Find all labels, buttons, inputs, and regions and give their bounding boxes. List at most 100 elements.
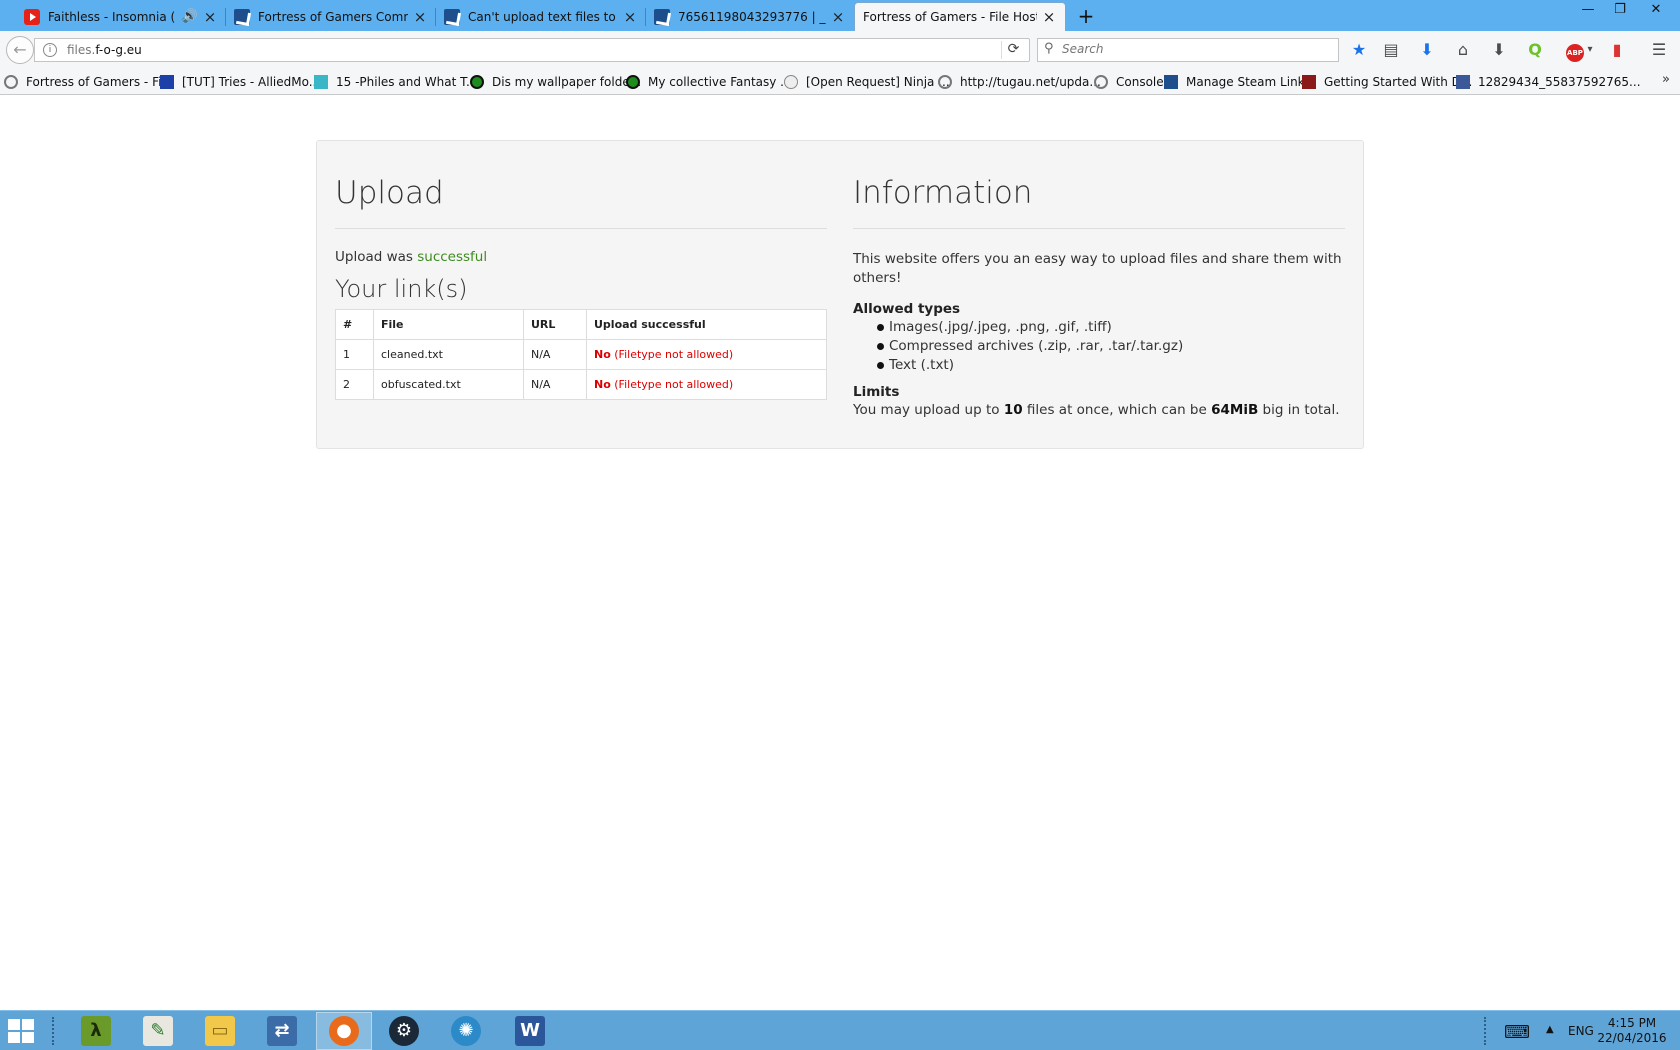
search-input[interactable]	[1062, 42, 1322, 56]
show-hidden-icons[interactable]: ▲	[1546, 1024, 1554, 1050]
start-button[interactable]	[8, 1019, 36, 1045]
column-header: File	[373, 309, 524, 340]
list-item: Images(.jpg/.jpeg, .png, .gif, .tiff)	[853, 318, 1345, 337]
content-panel: Upload Upload was successful Your link(s…	[316, 140, 1364, 449]
taskbar-app-firefox[interactable]: ●	[316, 1012, 372, 1050]
new-tab-button[interactable]: +	[1074, 4, 1098, 28]
table-row: 2 obfuscated.txt N/A No (Filetype not al…	[335, 369, 827, 400]
upload-column: Upload Upload was successful Your link(s…	[335, 141, 827, 400]
bookmark-item[interactable]: Dis my wallpaper folde...	[470, 74, 641, 90]
close-tab-icon[interactable]: ×	[830, 9, 846, 25]
minimize-button[interactable]: —	[1572, 0, 1604, 22]
globe-icon	[938, 75, 952, 89]
menu-icon[interactable]: ☰	[1648, 39, 1670, 61]
bookmarks-toolbar: Fortress of Gamers - Fi... [TUT] Tries -…	[0, 69, 1680, 95]
row-number: 2	[335, 369, 374, 400]
taskbar: λ ✎ ▭ ⇄ ● ⚙ ✺ W ⌨ ▲ ENG 4:15 PM 22/04/20…	[0, 1010, 1680, 1050]
limits-title: Limits	[853, 384, 900, 400]
lambda-icon: λ	[81, 1016, 111, 1046]
url-text[interactable]: files.f-o-g.eu	[67, 43, 142, 57]
column-header: #	[335, 309, 374, 340]
aperture-icon: ✺	[451, 1016, 481, 1046]
information-intro: This website offers you an easy way to u…	[853, 251, 1342, 286]
back-button[interactable]: ←	[6, 36, 34, 64]
upload-result: No (Filetype not allowed)	[586, 339, 827, 370]
bookmark-item[interactable]: Manage Steam Link	[1164, 74, 1305, 90]
facebook-icon	[1456, 75, 1470, 89]
bookmark-item[interactable]: Fortress of Gamers - Fi...	[4, 74, 173, 90]
extension-q-icon[interactable]: Q	[1524, 39, 1546, 61]
clock[interactable]: 4:15 PM 22/04/2016	[1596, 1016, 1668, 1046]
taskbar-app-steam[interactable]: ⚙	[376, 1012, 432, 1050]
information-title: Information	[853, 175, 1345, 229]
address-bar[interactable]: i files.f-o-g.eu ⟳	[34, 38, 1030, 62]
green-circle-icon	[626, 75, 640, 89]
reload-icon[interactable]: ⟳	[1001, 41, 1025, 59]
bookmark-item[interactable]: [Open Request] Ninja ...	[784, 74, 950, 90]
links-table: # File URL Upload successful 1 cleaned.t…	[335, 309, 827, 400]
bookmark-item[interactable]: 15 -Philes and What T...	[314, 74, 477, 90]
search-bar[interactable]: ⚲	[1037, 38, 1339, 62]
speaker-icon[interactable]: 🔊	[182, 9, 198, 24]
bookmark-item[interactable]: 12829434_55837592765...	[1456, 74, 1641, 90]
tab-title: Can't upload text files to t...	[468, 9, 618, 24]
restore-button[interactable]: ❐	[1604, 0, 1636, 22]
tab-title: Faithless - Insomnia (...	[48, 9, 176, 24]
column-header: Upload successful	[586, 309, 827, 340]
table-row: 1 cleaned.txt N/A No (Filetype not allow…	[335, 339, 827, 370]
reading-list-icon[interactable]: ▤	[1380, 39, 1402, 61]
taskbar-app-network[interactable]: ⇄	[254, 1012, 310, 1050]
close-tab-icon[interactable]: ×	[202, 9, 218, 25]
tab-title: Fortress of Gamers Comm...	[258, 9, 408, 24]
close-window-button[interactable]: ✕	[1640, 0, 1672, 22]
navigation-bar: ← i files.f-o-g.eu ⟳ ⚲ ★ ▤ ⬇ ⌂ ⬇ Q ABP ▾…	[0, 31, 1680, 69]
file-name: cleaned.txt	[373, 339, 524, 370]
keyboard-icon[interactable]: ⌨	[1504, 1022, 1530, 1050]
taskbar-app-aperture[interactable]: ✺	[438, 1012, 494, 1050]
globe-icon	[4, 75, 18, 89]
more-bookmarks-icon[interactable]: »	[1662, 72, 1670, 87]
table-header-row: # File URL Upload successful	[335, 309, 827, 340]
bookmark-item[interactable]: http://tugau.net/upda...	[938, 74, 1101, 90]
bookmark-item[interactable]: Getting Started With D...	[1302, 74, 1472, 90]
clock-date: 22/04/2016	[1597, 1031, 1667, 1045]
taskbar-app-word[interactable]: W	[502, 1012, 558, 1050]
downloads-icon[interactable]: ⬇	[1416, 39, 1438, 61]
upload-result: No (Filetype not allowed)	[586, 369, 827, 400]
info-icon[interactable]: i	[43, 43, 57, 57]
fog-icon	[444, 8, 460, 25]
home-icon[interactable]: ⌂	[1452, 39, 1474, 61]
bookmark-star-icon[interactable]: ★	[1348, 39, 1370, 61]
search-icon: ⚲	[1044, 41, 1054, 56]
taskbar-app-editor[interactable]: ✎	[130, 1012, 186, 1050]
adblock-dropdown-icon[interactable]: ▾	[1584, 39, 1596, 61]
tab-title: 76561198043293776 | _-[Sk...	[678, 9, 826, 24]
list-item: Text (.txt)	[853, 356, 1345, 375]
taskbar-app-explorer[interactable]: ▭	[192, 1012, 248, 1050]
youtube-icon	[24, 8, 40, 25]
network-icon: ⇄	[267, 1016, 297, 1046]
mf-icon	[314, 75, 328, 89]
tab-file-hosting[interactable]: Fortress of Gamers - File Hosti... ×	[854, 2, 1066, 31]
row-number: 1	[335, 339, 374, 370]
close-tab-icon[interactable]: ×	[1041, 9, 1057, 25]
tab-steam-profile[interactable]: 76561198043293776 | _-[Sk... ×	[646, 2, 854, 31]
upload-status: Upload was successful	[335, 249, 488, 265]
extension-red-icon[interactable]: ▮	[1606, 39, 1628, 61]
language-indicator[interactable]: ENG	[1568, 1024, 1594, 1050]
tab-cant-upload[interactable]: Can't upload text files to t... ×	[436, 2, 646, 31]
taskbar-app-halflife[interactable]: λ	[68, 1012, 124, 1050]
close-tab-icon[interactable]: ×	[622, 9, 638, 25]
list-item: Compressed archives (.zip, .rar, .tar/.t…	[853, 337, 1345, 356]
steam-icon	[1302, 75, 1316, 89]
bookmark-item[interactable]: [TUT] Tries - AlliedMo...	[160, 74, 320, 90]
tab-title: Fortress of Gamers - File Hosti...	[863, 10, 1037, 24]
close-tab-icon[interactable]: ×	[412, 9, 428, 25]
bookmark-item[interactable]: My collective Fantasy ...	[626, 74, 792, 90]
pocket-icon[interactable]: ⬇	[1488, 39, 1510, 61]
bookmark-item[interactable]: Console	[1094, 74, 1164, 90]
globe-icon	[1094, 75, 1108, 89]
file-url: N/A	[523, 369, 587, 400]
tab-fog-community[interactable]: Fortress of Gamers Comm... ×	[226, 2, 436, 31]
tab-faithless[interactable]: Faithless - Insomnia (... 🔊 ×	[16, 2, 226, 31]
